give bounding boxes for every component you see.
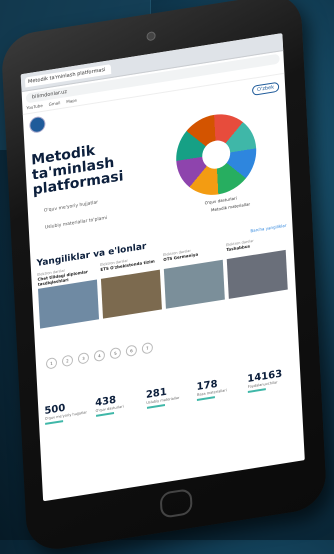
card-image[interactable] [163,259,225,309]
tablet-device: Metodik ta'minlash platformasi bilimdonl… [0,0,328,554]
stat-underline [45,420,64,425]
stat-underline [247,388,267,393]
card-image[interactable] [38,279,100,329]
home-button[interactable] [159,487,193,519]
stat-underline [146,404,165,409]
stat-item: 438 O'quv dasturlari [95,391,143,417]
card-image[interactable] [226,249,288,299]
card-image[interactable] [100,269,162,319]
site-logo[interactable] [29,115,46,134]
news-card[interactable]: Elektron darslar Tashabbus [226,234,289,316]
news-card[interactable]: Elektron darslar OTS Germaniya [163,244,226,326]
org-name [49,110,129,123]
page-title: Metodik ta'minlash platformasi [30,142,124,199]
camera-icon [146,31,156,42]
stat-item: 500 O'quv me'yoriy hujjatlar [44,399,92,425]
news-card[interactable]: Elektron darslar Chet tilidagi diplomlar… [37,264,100,346]
stat-item: 14163 Foydalanuvchilar [247,367,295,393]
category-wheel[interactable] [174,108,259,201]
bookmark-maps[interactable]: Maps [66,97,77,107]
stat-underline [197,396,216,401]
news-card[interactable]: Elektron darslar ETS O'zbekistonda tizim [100,254,163,336]
wheel-center [201,138,231,171]
stat-underline [95,412,114,417]
stat-item: 281 Uslubiy materiallar [146,383,194,409]
tablet-screen: Metodik ta'minlash platformasi bilimdonl… [20,33,305,502]
language-button[interactable]: O'zbek [251,81,280,96]
view-all-link[interactable]: Barcha yangiliklar [250,223,286,234]
stat-item: 178 Baza materiallari [196,375,244,401]
